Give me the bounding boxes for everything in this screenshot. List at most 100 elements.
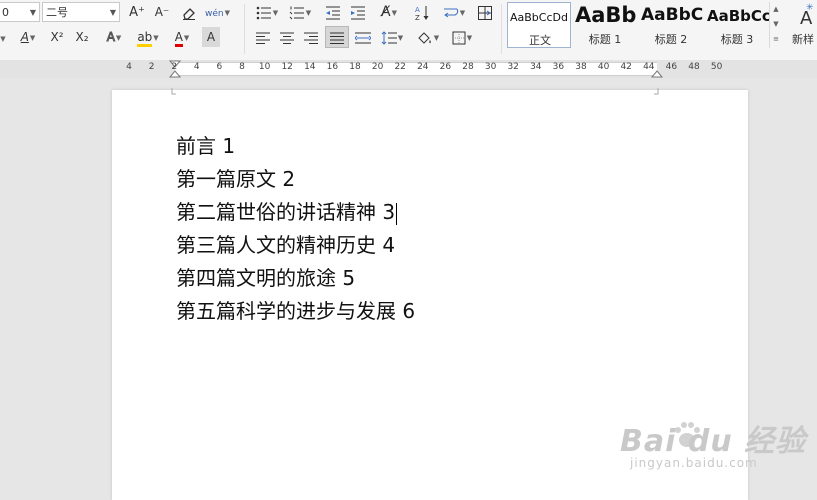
ruler-number: 26 — [439, 62, 452, 72]
ruler-number: 32 — [507, 62, 519, 72]
chevron-down-icon: ▼ — [29, 33, 36, 42]
bullet-list-icon — [256, 6, 271, 19]
chevron-down-icon: ▼ — [397, 33, 404, 42]
style-label: 标题 2 — [654, 33, 688, 46]
styles-gallery-scroll[interactable]: ▲ ▼ ≡ — [769, 2, 782, 48]
eraser-icon — [183, 7, 195, 20]
bullets-button[interactable]: ▼ — [253, 2, 281, 22]
borders-icon — [452, 31, 466, 44]
style-heading-2[interactable]: AaBbC 标题 2 — [639, 2, 703, 48]
ruler-number: 12 — [281, 62, 293, 72]
shrink-font-button[interactable]: A⁻ — [151, 2, 173, 22]
line-spacing-button[interactable]: ▼ — [378, 27, 406, 47]
style-label: 标题 1 — [588, 33, 622, 46]
sort-az-icon: AZ — [415, 5, 429, 22]
expand-icon[interactable]: ≡ — [770, 32, 782, 47]
chevron-down-icon: ▼ — [224, 8, 230, 17]
line-spacing-icon — [381, 30, 397, 45]
style-label: 正文 — [529, 34, 551, 47]
toc-line-text: 第三篇人文的精神历史 4 — [176, 233, 396, 257]
font-size-combo[interactable]: 二号 ▼ — [42, 2, 120, 22]
increase-indent-button[interactable] — [347, 2, 369, 22]
ruler-number: 4 — [126, 62, 132, 72]
numbering-button[interactable]: ▼ — [286, 2, 314, 22]
style-heading-3[interactable]: AaBbCc 标题 3 — [705, 2, 769, 48]
strikethrough-button[interactable]: ▼ — [0, 27, 10, 47]
chevron-down-icon: ▼ — [305, 8, 312, 17]
shrink-font-icon: A⁻ — [154, 5, 170, 19]
toc-line[interactable]: 前言 1 — [176, 130, 415, 163]
style-normal[interactable]: AaBbCcDd 正文 — [507, 2, 571, 48]
underline-button[interactable]: A▼ — [14, 27, 42, 47]
borders-button[interactable]: ▼ — [448, 27, 476, 47]
grow-font-button[interactable]: A⁺ — [126, 2, 148, 22]
font-color-button[interactable]: A▼ — [168, 27, 196, 47]
chevron-down-icon: ▼ — [459, 8, 466, 17]
chevron-down-icon: ▼ — [109, 8, 116, 17]
distributed-align-icon — [354, 32, 372, 43]
margin-corner-top-left — [171, 88, 176, 95]
toc-line[interactable]: 第一篇原文 2 — [176, 163, 415, 196]
ruler-number: 2 — [171, 62, 178, 72]
clear-format-button[interactable] — [178, 2, 200, 22]
table-grid-button[interactable] — [474, 2, 496, 22]
new-style-button[interactable]: A ✳ 新样 — [786, 2, 817, 48]
char-shading-button[interactable]: A — [202, 27, 220, 47]
ruler-number: 42 — [620, 62, 632, 72]
ruler-number: 14 — [304, 62, 316, 72]
chevron-up-icon[interactable]: ▲ — [770, 2, 782, 17]
align-center-button[interactable] — [277, 27, 297, 47]
highlight-button[interactable]: ab▼ — [132, 27, 164, 47]
shading-button[interactable]: ▼ — [414, 27, 442, 47]
watermark-brand: Bai du 经验 — [620, 424, 807, 459]
superscript-button[interactable]: X² — [46, 27, 68, 47]
show-hide-marks-button[interactable]: ▼ — [440, 2, 468, 22]
subscript-icon: X₂ — [75, 30, 89, 44]
phonetic-guide-button[interactable]: wén▼ — [205, 2, 230, 22]
chevron-down-icon: ▼ — [153, 33, 159, 42]
toc-line[interactable]: 第五篇科学的进步与发展 6 — [176, 295, 415, 328]
decrease-indent-button[interactable] — [322, 2, 344, 22]
chevron-down-icon[interactable]: ▼ — [770, 17, 782, 32]
distributed-button[interactable] — [352, 27, 374, 47]
ruler-number: 50 — [710, 62, 723, 72]
font-color-icon: A — [174, 30, 183, 47]
watermark-url: jingyan.baidu.com — [630, 456, 758, 470]
style-label: 标题 3 — [720, 33, 754, 46]
phonetic-guide-icon: wén — [205, 9, 224, 19]
svg-text:Z: Z — [415, 14, 420, 21]
ruler-number: 2 — [148, 62, 155, 72]
change-case-button[interactable]: A̸▼ — [375, 2, 403, 22]
style-preview: AaBbC — [641, 5, 703, 25]
baidu-watermark: Bai du 经验 jingyan.baidu.com — [620, 412, 810, 482]
chevron-down-icon: ▼ — [391, 8, 397, 17]
align-center-icon — [280, 32, 294, 44]
subscript-button[interactable]: X₂ — [71, 27, 93, 47]
align-right-button[interactable] — [301, 27, 321, 47]
ruler-number: 16 — [326, 62, 339, 72]
ruler-number: 22 — [394, 62, 406, 72]
char-shading-icon: A — [206, 30, 216, 44]
toc-line-text: 第一篇原文 2 — [176, 167, 296, 191]
text-effect-button[interactable]: A▼ — [100, 27, 128, 47]
align-right-icon — [304, 32, 318, 44]
toc-line[interactable]: 第四篇文明的旅途 5 — [176, 262, 415, 295]
align-left-button[interactable] — [253, 27, 273, 47]
chevron-down-icon: ▼ — [183, 33, 190, 42]
increase-indent-icon — [351, 6, 365, 19]
toc-line[interactable]: 第三篇人文的精神历史 4 — [176, 229, 415, 262]
document-body[interactable]: 前言 1 第一篇原文 2 第二篇世俗的讲话精神 3 第三篇人文的精神历史 4 第… — [176, 130, 415, 328]
superscript-icon: X² — [50, 30, 64, 44]
new-style-label: 新样 — [792, 33, 814, 46]
sort-button[interactable]: AZ — [411, 2, 433, 22]
style-preview: AaBb — [575, 3, 637, 27]
underline-a-icon: A — [20, 30, 29, 44]
highlight-icon: ab — [137, 30, 153, 47]
toc-line-active[interactable]: 第二篇世俗的讲话精神 3 — [176, 196, 415, 229]
style-heading-1[interactable]: AaBb 标题 1 — [573, 2, 637, 48]
chevron-down-icon: ▼ — [433, 33, 440, 42]
justify-button[interactable] — [325, 26, 349, 48]
horizontal-ruler[interactable]: 4 2 2 4 6 8 10 12 14 16 18 20 22 24 26 28 30 32 34 36 38 40 42… — [0, 60, 817, 78]
ribbon: 0 ▼ 二号 ▼ A⁺ A⁻ wén▼ ▼ A▼ X² X₂ A▼ ab▼ A▼ — [0, 0, 817, 61]
font-name-combo[interactable]: 0 ▼ — [0, 2, 40, 22]
